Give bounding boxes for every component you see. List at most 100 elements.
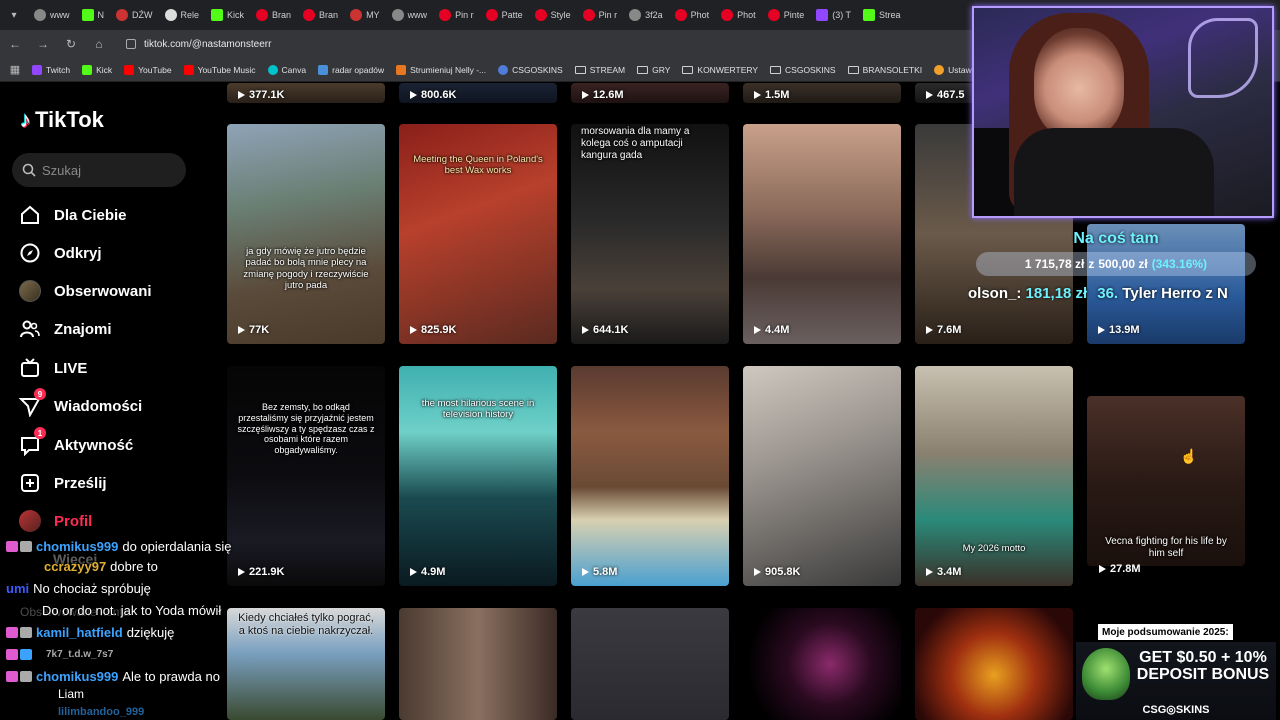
play-icon xyxy=(238,568,245,576)
video-tile[interactable]: the most hilarious scene in television h… xyxy=(399,366,557,586)
tab-label: Phot xyxy=(690,10,710,20)
nav-label: Odkryj xyxy=(54,244,102,262)
tab-search-icon[interactable]: ▾ xyxy=(0,0,28,30)
forward-icon[interactable]: → xyxy=(36,37,50,51)
video-tile[interactable]: Meeting the Queen in Poland's best Wax w… xyxy=(399,124,557,344)
video-tile[interactable] xyxy=(399,608,557,720)
browser-tab[interactable]: Bran xyxy=(250,0,297,30)
bookmark-item[interactable]: CSGOSKINS xyxy=(498,64,563,75)
nav-wiadomosci[interactable]: 9 Wiadomości xyxy=(18,388,142,420)
browser-tab[interactable]: Kick xyxy=(205,0,250,30)
logo-text: TikTok xyxy=(35,107,104,132)
browser-tab[interactable]: (3) T xyxy=(810,0,857,30)
browser-tab[interactable]: www xyxy=(28,0,76,30)
browser-tab[interactable]: Pin r xyxy=(433,0,480,30)
bookmark-item[interactable]: KONWERTERY xyxy=(682,65,758,75)
browser-tab[interactable]: 3f2a xyxy=(623,0,669,30)
browser-tab[interactable]: MY xyxy=(344,0,386,30)
video-tile[interactable]: 377.1K xyxy=(227,83,385,103)
apps-grid-icon[interactable]: ▦ xyxy=(8,63,22,77)
reload-icon[interactable]: ↻ xyxy=(64,37,78,51)
canva-icon xyxy=(267,64,278,75)
video-tile[interactable]: My 2026 motto 3.4M xyxy=(915,366,1073,586)
browser-tab[interactable]: www xyxy=(386,0,434,30)
browser-tab[interactable]: Style xyxy=(529,0,577,30)
bookmark-item[interactable]: STREAM xyxy=(574,65,625,75)
site-info-icon[interactable] xyxy=(126,39,136,49)
bookmark-item[interactable]: radar opadów xyxy=(318,64,384,75)
video-tile[interactable]: ja gdy mówię że jutro będzie padać bo bo… xyxy=(227,124,385,344)
browser-tab[interactable]: Pin r xyxy=(577,0,624,30)
bookmark-list: Twitch Kick YouTube YouTube Music Canva radar… xyxy=(32,64,1032,75)
chat-message: kamil_hatfield dziękuję xyxy=(6,622,174,642)
video-tile[interactable]: 4.4M xyxy=(743,124,901,344)
play-icon xyxy=(926,91,933,99)
video-tile[interactable]: 12.6M xyxy=(571,83,729,103)
browser-tab[interactable]: Patte xyxy=(480,0,529,30)
url-text: tiktok.com/@nastamonsteerr xyxy=(144,38,272,50)
nav-odkryj[interactable]: Odkryj xyxy=(18,239,102,267)
nav-dla-ciebie[interactable]: Dla Ciebie xyxy=(18,201,127,229)
bookmark-item[interactable]: Strumieniuj Nelly -... xyxy=(396,64,486,75)
video-tile[interactable]: morsowania dla mamy a kolega coś o amput… xyxy=(571,124,729,344)
nav-label: Prześlij xyxy=(54,474,107,492)
browser-tab[interactable]: Bran xyxy=(297,0,344,30)
video-tile[interactable]: 905.8K xyxy=(743,366,901,586)
bookmark-item[interactable]: YouTube xyxy=(124,64,172,75)
bookmark-label: YouTube Music xyxy=(197,64,256,75)
nav-label: Obserwowani xyxy=(54,282,152,300)
video-tile[interactable]: Vecna fighting for his life by him self xyxy=(1087,396,1245,566)
browser-tab[interactable]: Phot xyxy=(715,0,762,30)
inbox-icon: 1 xyxy=(18,427,46,457)
play-icon xyxy=(754,568,761,576)
nav-live[interactable]: LIVE xyxy=(18,354,87,382)
mouse-cursor-icon: ☝ xyxy=(1180,448,1198,464)
chat-text: Do or do not. jak to Yoda mówił xyxy=(42,602,222,618)
video-tile[interactable]: Kiedy chciałeś tylko pograć, a ktoś na c… xyxy=(227,608,385,720)
bookmark-item[interactable]: Twitch xyxy=(32,64,70,75)
bookmark-item[interactable]: CSGOSKINS xyxy=(770,65,836,75)
home-browser-icon[interactable]: ⌂ xyxy=(92,37,106,51)
nav-aktywnosc[interactable]: 1 Aktywność xyxy=(18,427,133,459)
browser-tab[interactable]: DŹW xyxy=(110,0,159,30)
bookmark-label: KONWERTERY xyxy=(697,64,759,75)
video-tile[interactable]: Bez zemsty, bo odkąd przestaliśmy się pr… xyxy=(227,366,385,586)
bookmark-item[interactable]: BRANSOLETKI xyxy=(847,65,922,75)
tiktok-logo[interactable]: ♪ TikTok xyxy=(20,107,104,133)
search-box[interactable] xyxy=(12,153,186,187)
ticker-amount: 181,18 zł xyxy=(1025,285,1088,302)
video-tile[interactable]: 1.5M xyxy=(743,83,901,103)
nav-przeslij[interactable]: Prześlij xyxy=(18,469,107,497)
tab-label: Rele xyxy=(180,10,200,20)
url-field[interactable]: tiktok.com/@nastamonsteerr xyxy=(126,39,271,50)
video-tile[interactable] xyxy=(915,608,1073,720)
bookmark-item[interactable]: Canva xyxy=(267,64,307,75)
video-tile[interactable] xyxy=(571,608,729,720)
promo-banner[interactable]: GET $0.50 + 10% DEPOSIT BONUS CSG◎SKINS xyxy=(1076,642,1276,720)
view-count: 4.4M xyxy=(765,324,790,336)
browser-tab[interactable]: Pinte xyxy=(762,0,811,30)
search-input[interactable] xyxy=(42,162,172,178)
nav-znajomi[interactable]: Znajomi xyxy=(18,315,112,343)
browser-tab[interactable]: Strea xyxy=(857,0,907,30)
bookmark-item[interactable]: YouTube Music xyxy=(183,64,256,75)
view-count: 12.6M xyxy=(593,89,624,101)
video-tile[interactable] xyxy=(743,608,901,720)
video-caption: morsowania dla mamy a kolega coś o amput… xyxy=(581,126,690,161)
browser-tab[interactable]: Phot xyxy=(669,0,716,30)
sponsor-promo[interactable]: Moje podsumowanie 2025: GET $0.50 + 10% … xyxy=(1076,624,1276,720)
view-count: 3.4M xyxy=(937,566,962,578)
nav-obserwowani[interactable]: Obserwowani xyxy=(18,277,152,305)
browser-tab[interactable]: Rele xyxy=(159,0,206,30)
browser-tab[interactable]: N xyxy=(76,0,111,30)
bookmark-label: Canva xyxy=(281,64,307,75)
bookmark-item[interactable]: GRY xyxy=(637,65,670,75)
bookmark-item[interactable]: Kick xyxy=(82,64,112,75)
video-tile[interactable]: 800.6K xyxy=(399,83,557,103)
bookmark-label: CSGOSKINS xyxy=(512,64,563,75)
nav-profil[interactable]: Profil xyxy=(18,507,92,535)
play-icon xyxy=(926,326,933,334)
back-icon[interactable]: ← xyxy=(8,37,22,51)
video-tile[interactable]: 5.8M xyxy=(571,366,729,586)
view-count: 377.1K xyxy=(249,89,285,101)
